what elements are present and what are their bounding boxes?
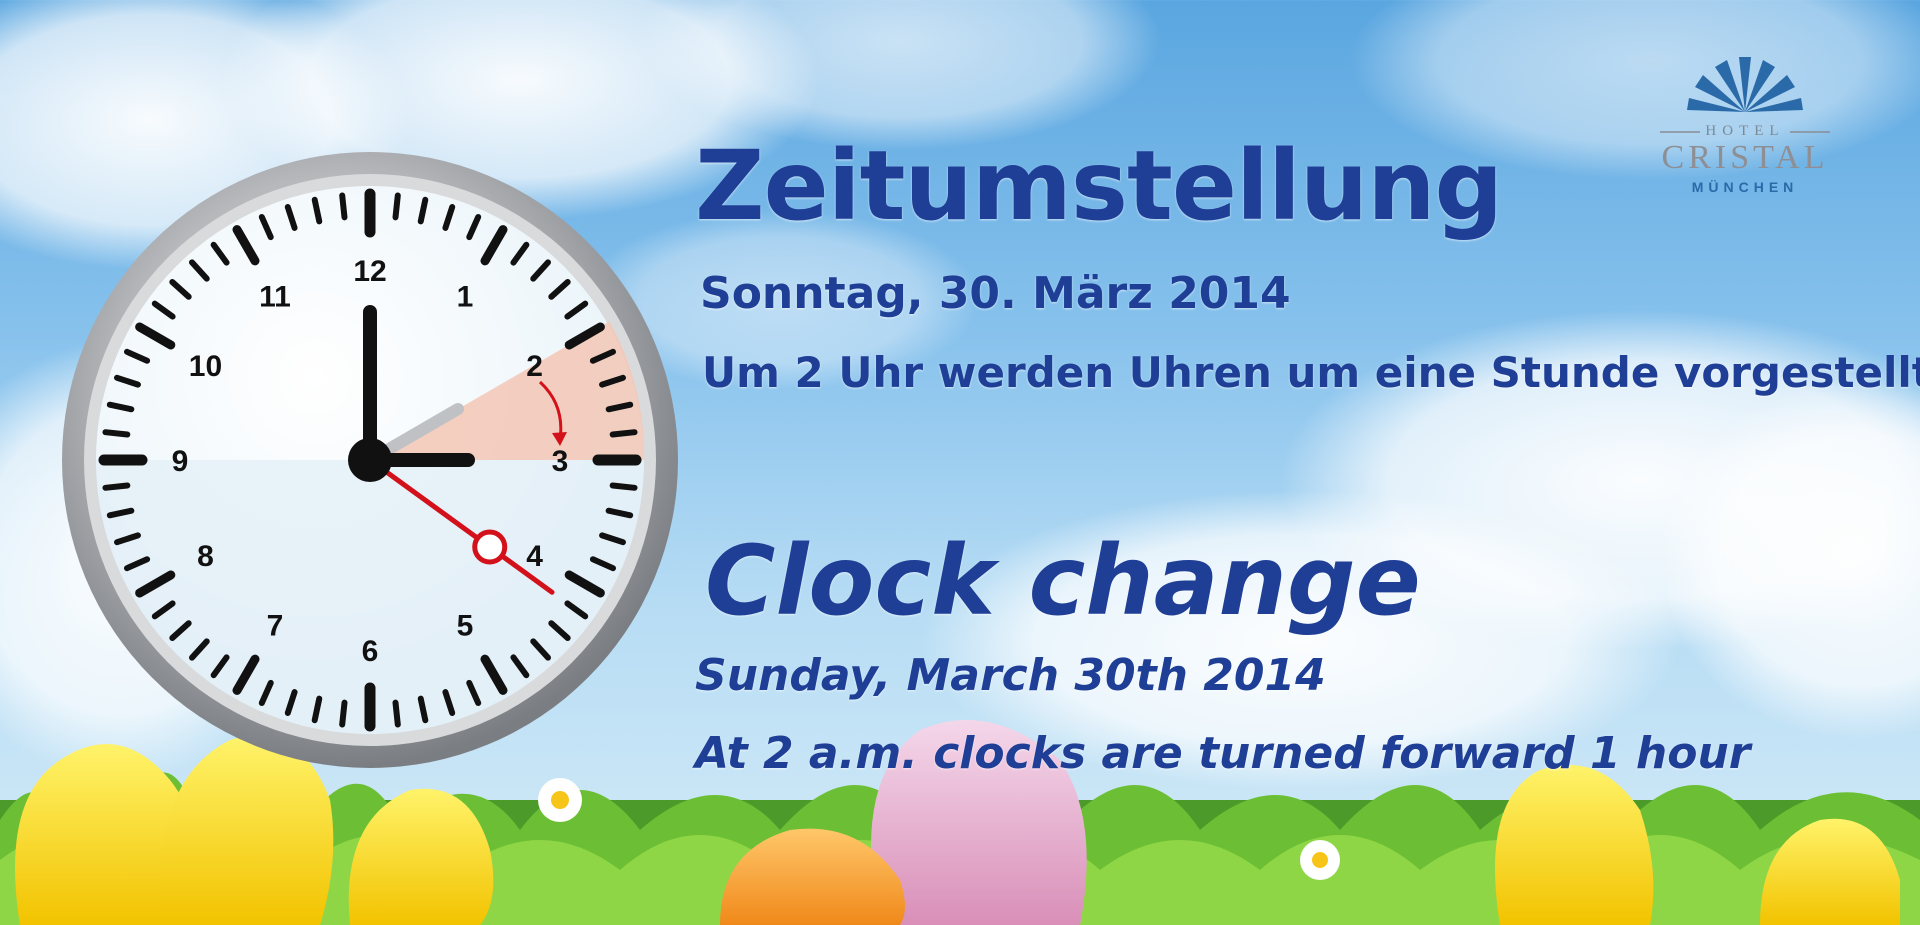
minute-tick — [339, 192, 348, 221]
second-hand-ring — [472, 529, 508, 565]
clock-numeral-4: 4 — [526, 540, 543, 573]
minute-tick — [609, 482, 638, 491]
logo-city-text: MÜNCHEN — [1691, 179, 1799, 195]
minute-tick — [339, 699, 348, 728]
clock-numeral-8: 8 — [197, 540, 214, 573]
title-german: Zeitumstellung — [695, 130, 1503, 242]
logo-name-text: CRISTAL — [1661, 139, 1829, 176]
clock-numeral-10: 10 — [189, 350, 222, 383]
minute-tick — [392, 699, 401, 728]
minute-tick — [609, 429, 638, 438]
clock-numeral-1: 1 — [457, 280, 474, 313]
logo-hotel-text: HOTEL — [1705, 123, 1785, 139]
clock-numeral-11: 11 — [259, 280, 291, 313]
clock-numeral-5: 5 — [457, 610, 474, 643]
date-german: Sonntag, 30. März 2014 — [700, 268, 1291, 319]
clock-numeral-3: 3 — [552, 445, 569, 478]
minute-tick — [102, 482, 131, 491]
date-english: Sunday, March 30th 2014 — [695, 650, 1326, 701]
minute-tick — [102, 429, 131, 438]
analog-clock: 121234567891011 — [62, 152, 678, 768]
clock-numeral-7: 7 — [267, 610, 284, 643]
title-english: Clock change — [705, 525, 1421, 637]
clock-numeral-6: 6 — [362, 635, 379, 668]
minute-tick — [392, 192, 401, 221]
clock-numeral-12: 12 — [353, 255, 386, 288]
clock-center-cap — [348, 438, 392, 482]
clock-numeral-2: 2 — [526, 350, 543, 383]
note-english: At 2 a.m. clocks are turned forward 1 ho… — [695, 728, 1751, 779]
clock-numeral-9: 9 — [172, 445, 189, 478]
hotel-logo: HOTEL CRISTAL MÜNCHEN — [1630, 55, 1860, 205]
note-german: Um 2 Uhr werden Uhren um eine Stunde vor… — [702, 348, 1920, 397]
